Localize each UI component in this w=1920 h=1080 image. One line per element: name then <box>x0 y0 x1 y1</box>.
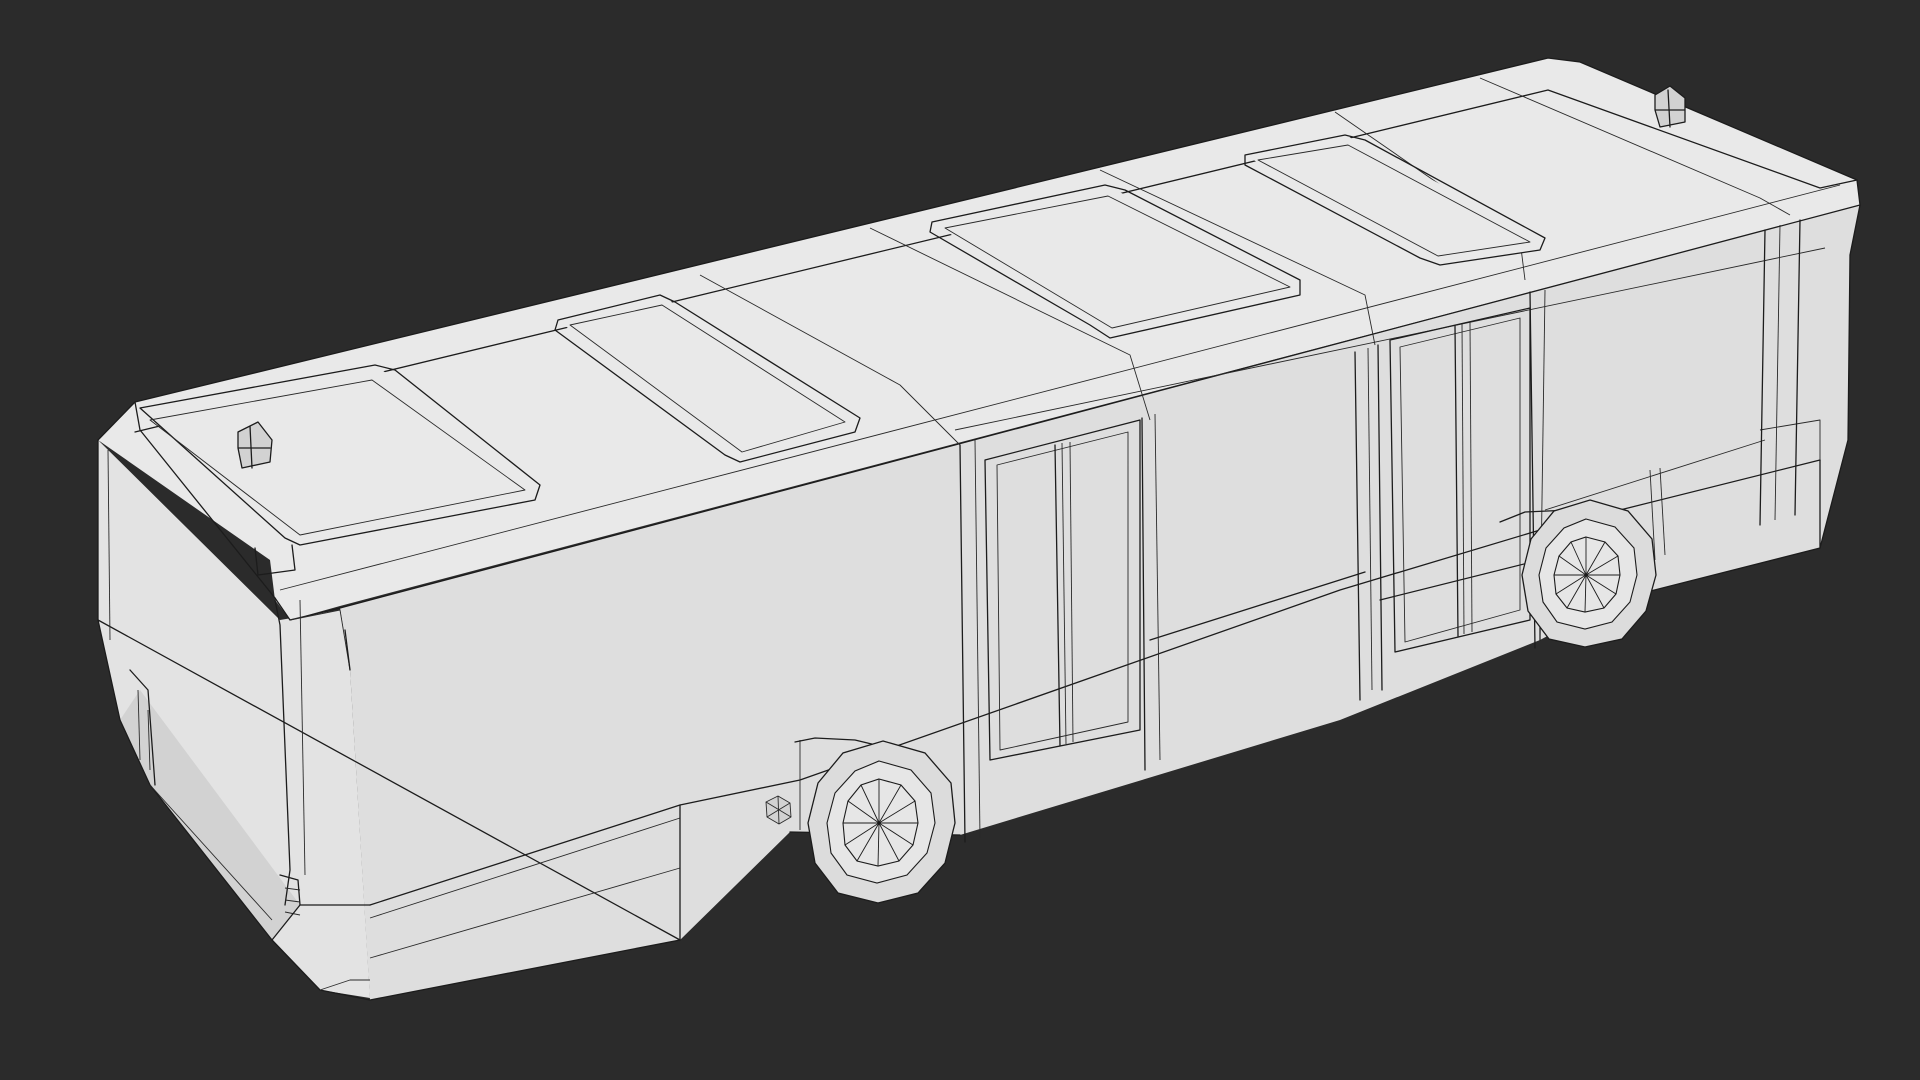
3d-viewport[interactable] <box>0 0 1920 1080</box>
bus-model-render <box>97 57 1861 1001</box>
roof-beacon-rear <box>1654 85 1686 128</box>
